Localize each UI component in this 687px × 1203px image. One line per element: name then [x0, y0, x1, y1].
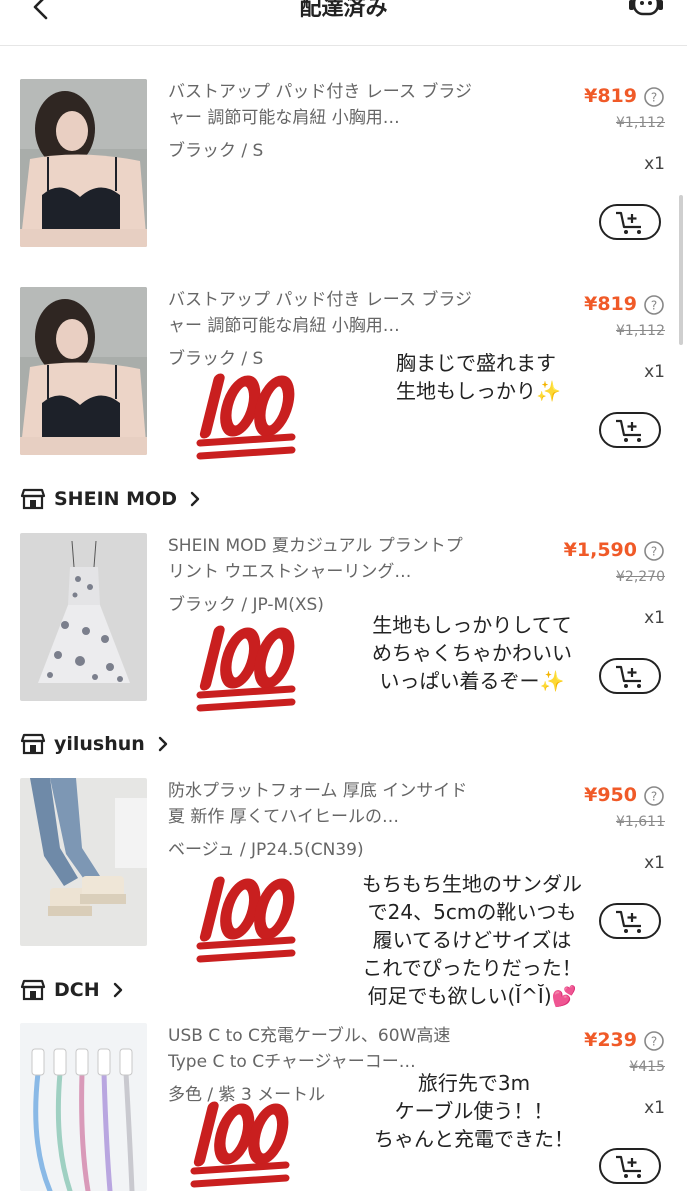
store-icon: [20, 979, 46, 1001]
add-to-cart-icon: [616, 211, 641, 234]
quantity: x1: [644, 608, 665, 628]
quantity: x1: [644, 853, 665, 873]
product-image-sandals[interactable]: [20, 778, 147, 946]
product-name[interactable]: SHEIN MOD 夏カジュアル プラントプリント ウエストシャーリング…: [168, 533, 478, 585]
page-title: 配達済み: [299, 0, 388, 21]
info-icon[interactable]: ?: [643, 1030, 665, 1052]
product-name[interactable]: 防水プラットフォーム 厚底 インサイド 夏 新作 厚くてハイヒールの…: [168, 778, 478, 830]
sale-price: ¥239: [584, 1029, 637, 1051]
customer-service-icon[interactable]: [627, 0, 665, 28]
product-variant: ブラック / JP-M(XS): [168, 595, 324, 615]
store-name: DCH: [54, 979, 100, 1001]
sale-price: ¥819: [584, 85, 637, 107]
info-icon[interactable]: ?: [643, 785, 665, 807]
review-note-line: 何足でも欲しい(Ĭ^Ĭ)💕: [367, 984, 577, 1008]
product-variant: ブラック / S: [168, 141, 264, 161]
review-note-line: もちもち生地のサンダル: [362, 872, 582, 896]
store-name: SHEIN MOD: [54, 488, 177, 510]
product-variant: ベージュ / JP24.5(CN39): [168, 840, 364, 860]
chevron-right-icon: [158, 736, 168, 752]
product-name[interactable]: バストアップ パッド付き レース ブラジャー 調節可能な肩紐 小胸用…: [168, 287, 478, 339]
add-to-cart-icon: [616, 910, 641, 933]
header-bar: 配達済み: [0, 0, 687, 46]
sale-price: ¥950: [584, 784, 637, 806]
add-to-cart-button[interactable]: [599, 903, 661, 939]
product-image-dress[interactable]: [20, 533, 147, 701]
order-item: USB C to C充電ケーブル、60W高速 Type C to Cチャージャー…: [0, 1023, 687, 1203]
review-note-line: 生地もしっかりしてて: [372, 613, 572, 637]
quantity: x1: [644, 1098, 665, 1118]
sale-price: ¥819: [584, 293, 637, 315]
review-note-line: ちゃんと充電できた！: [374, 1127, 574, 1151]
svg-text:?: ?: [651, 91, 657, 105]
review-note-line: 履いてるけどサイズは: [372, 928, 572, 952]
review-note: もちもち生地のサンダル で24、5cmの靴いつも 履いてるけどサイズは これでぴ…: [362, 870, 582, 1010]
add-to-cart-button[interactable]: [599, 412, 661, 448]
product-name[interactable]: バストアップ パッド付き レース ブラジャー 調節可能な肩紐 小胸用…: [168, 79, 478, 131]
svg-text:?: ?: [651, 299, 657, 313]
original-price: ¥2,270: [616, 569, 665, 585]
product-variant: ブラック / S: [168, 349, 264, 369]
product-image-bra[interactable]: [20, 287, 147, 455]
review-note-line: 生地もしっかり✨: [396, 379, 561, 403]
review-note-line: これでぴったりだった！: [362, 956, 582, 980]
svg-text:?: ?: [651, 545, 657, 559]
svg-text:?: ?: [651, 790, 657, 804]
product-image-usb-cable[interactable]: [20, 1023, 147, 1191]
review-note-line: めちゃくちゃかわいい: [372, 641, 572, 665]
original-price: ¥1,112: [616, 323, 665, 339]
hundred-points-emoji: [186, 1095, 296, 1190]
quantity: x1: [644, 362, 665, 382]
product-name[interactable]: USB C to C充電ケーブル、60W高速 Type C to Cチャージャー…: [168, 1023, 478, 1075]
review-note-line: 胸まじで盛れます: [396, 351, 556, 375]
store-icon: [20, 488, 46, 510]
original-price: ¥1,112: [616, 115, 665, 131]
review-note-line: いっぱい着るぞー✨: [379, 669, 565, 693]
original-price: ¥415: [629, 1059, 665, 1075]
store-name: yilushun: [54, 733, 145, 755]
order-item: SHEIN MOD 夏カジュアル プラントプリント ウエストシャーリング… ブラ…: [0, 533, 687, 713]
order-item: 防水プラットフォーム 厚底 インサイド 夏 新作 厚くてハイヒールの… ベージュ…: [0, 778, 687, 1008]
hundred-points-emoji: [192, 870, 302, 965]
review-note-line: で24、5cmの靴いつも: [367, 900, 577, 924]
add-to-cart-button[interactable]: [599, 204, 661, 240]
review-note: 生地もしっかりしてて めちゃくちゃかわいい いっぱい着るぞー✨: [372, 611, 572, 695]
store-link-shein-mod[interactable]: SHEIN MOD: [20, 485, 201, 513]
product-image-bra[interactable]: [20, 79, 147, 247]
quantity: x1: [644, 154, 665, 174]
svg-text:?: ?: [651, 1035, 657, 1049]
review-note: 胸まじで盛れます 生地もしっかり✨: [396, 349, 561, 405]
add-to-cart-icon: [616, 1155, 641, 1178]
original-price: ¥1,611: [616, 814, 665, 830]
info-icon[interactable]: ?: [643, 540, 665, 562]
review-note-line: 旅行先で3m: [417, 1071, 531, 1095]
store-icon: [20, 733, 46, 755]
order-item: バストアップ パッド付き レース ブラジャー 調節可能な肩紐 小胸用… ブラック…: [0, 287, 687, 467]
order-item: バストアップ パッド付き レース ブラジャー 調節可能な肩紐 小胸用… ブラック…: [0, 79, 687, 259]
add-to-cart-icon: [616, 665, 641, 688]
hundred-points-emoji: [192, 367, 302, 462]
review-note-line: ケーブル使う！！: [394, 1099, 554, 1123]
review-note: 旅行先で3m ケーブル使う！！ ちゃんと充電できた！: [374, 1069, 574, 1153]
chevron-right-icon: [190, 491, 200, 507]
info-icon[interactable]: ?: [643, 86, 665, 108]
store-link-dch[interactable]: DCH: [20, 976, 124, 1004]
chevron-right-icon: [113, 982, 122, 998]
add-to-cart-button[interactable]: [599, 1148, 661, 1184]
store-link-yilushun[interactable]: yilushun: [20, 730, 169, 758]
add-to-cart-icon: [616, 419, 641, 442]
sale-price: ¥1,590: [563, 539, 637, 561]
hundred-points-emoji: [192, 619, 302, 714]
info-icon[interactable]: ?: [643, 294, 665, 316]
add-to-cart-button[interactable]: [599, 658, 661, 694]
